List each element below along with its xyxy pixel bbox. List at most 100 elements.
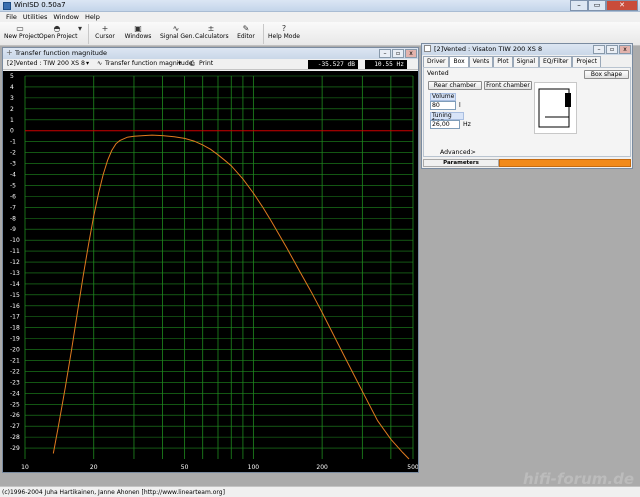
y-tick-label: 5 xyxy=(10,73,14,80)
maximize-icon[interactable]: ▫ xyxy=(392,49,404,58)
new-project-button[interactable]: ▭ New Project xyxy=(4,23,40,45)
parameters-label: Parameters xyxy=(423,159,499,167)
y-tick-label: -8 xyxy=(10,215,16,222)
y-tick-label: -6 xyxy=(10,193,16,200)
maximize-icon[interactable]: ▫ xyxy=(606,45,618,54)
y-tick-label: -10 xyxy=(10,237,20,244)
copyright-text: (c)1996-2004 Juha Hartikainen, Janne Aho… xyxy=(2,489,225,496)
tuning-freq-input[interactable]: 26,00 xyxy=(430,120,460,129)
db-readout: -35.527 dB xyxy=(308,60,358,69)
minimize-button[interactable]: – xyxy=(570,0,588,11)
pin-icon: + xyxy=(6,48,13,57)
y-tick-label: -20 xyxy=(10,347,20,354)
volume-unit: l xyxy=(459,102,461,109)
box-window: [2]Vented : Visaton TIW 200 XS 8 – ▫ x D… xyxy=(421,43,633,169)
y-tick-label: -2 xyxy=(10,150,16,157)
hz-readout: 10.55 Hz xyxy=(365,60,407,69)
window-controls: – ▭ ✕ xyxy=(570,0,638,11)
box-shape-button[interactable]: Box shape xyxy=(584,70,629,79)
box-window-titlebar[interactable]: [2]Vented : Visaton TIW 200 XS 8 – ▫ x xyxy=(422,44,632,55)
help-mode-button[interactable]: ? Help Mode xyxy=(268,23,300,45)
app-icon xyxy=(3,2,11,10)
open-project-dropdown[interactable]: ▾ xyxy=(75,23,85,45)
box-preview xyxy=(534,82,577,134)
cursor-button[interactable]: + Cursor xyxy=(92,23,118,45)
minimize-icon[interactable]: – xyxy=(593,45,605,54)
windows-button[interactable]: ▣ Windows xyxy=(124,23,152,45)
graph-toolbar: [2]Vented : TIW 200 XS 8 ▾ ∿ Transfer fu… xyxy=(3,59,418,70)
close-icon[interactable]: x xyxy=(405,49,417,58)
box-window-controls: – ▫ x xyxy=(593,45,631,54)
menu-help[interactable]: Help xyxy=(85,12,100,22)
y-tick-label: -24 xyxy=(10,390,20,397)
tab-project[interactable]: Project xyxy=(572,56,601,67)
plot-area[interactable]: 5 4 3 2 1 0 -1 -2 -3 -4 -5 -6 -7 -8 -9 -10 -11 -12 -13 -14-… xyxy=(3,71,419,472)
advanced-button[interactable]: Advanced> xyxy=(440,149,476,156)
editor-icon: ✎ xyxy=(242,24,250,33)
y-tick-label: -25 xyxy=(10,401,20,408)
open-project-icon: ◓ xyxy=(53,24,61,33)
app-title: WinISD 0.50a7 xyxy=(14,1,66,9)
y-tick-label: -16 xyxy=(10,303,20,310)
graph-window-title: Transfer function magnitude xyxy=(15,49,107,57)
project-select[interactable]: [2]Vented : TIW 200 XS 8 xyxy=(7,60,85,67)
print-icon[interactable]: ⎙ xyxy=(190,60,195,68)
print-button[interactable]: Print xyxy=(199,60,213,67)
x-tick-label: 50 xyxy=(181,464,189,471)
y-tick-label: -21 xyxy=(10,358,20,365)
x-tick-label: 500 xyxy=(407,464,418,471)
tuning-freq-label: Tuning freq. xyxy=(430,112,464,125)
open-project-button[interactable]: ◓ Open Project xyxy=(39,23,77,45)
close-button[interactable]: ✕ xyxy=(606,0,638,11)
cursor-icon: + xyxy=(101,24,109,33)
menu-file[interactable]: File xyxy=(6,12,17,22)
y-tick-label: 0 xyxy=(10,128,14,135)
tab-box[interactable]: Box xyxy=(449,56,469,67)
menu-utilities[interactable]: Utilities xyxy=(23,12,47,22)
y-tick-label: 2 xyxy=(10,106,14,113)
chevron-down-icon[interactable]: ▾ xyxy=(86,60,89,67)
tab-vents[interactable]: Vents xyxy=(468,56,494,67)
graph-window: + Transfer function magnitude – ▫ x [2]V… xyxy=(2,47,419,473)
editor-button[interactable]: ✎ Editor xyxy=(234,23,258,45)
chevron-down-icon[interactable]: ▾ xyxy=(178,60,181,67)
y-tick-label: -11 xyxy=(10,248,20,255)
y-tick-label: -14 xyxy=(10,281,20,288)
maximize-button[interactable]: ▭ xyxy=(588,0,606,11)
tab-eq-filter[interactable]: EQ/Filter xyxy=(539,56,573,67)
rear-chamber-button[interactable]: Rear chamber xyxy=(428,81,482,90)
calculators-icon: ± xyxy=(207,24,215,33)
y-tick-label: -1 xyxy=(10,139,16,146)
tab-driver[interactable]: Driver xyxy=(423,56,450,67)
status-bar: (c)1996-2004 Juha Hartikainen, Janne Aho… xyxy=(0,486,640,497)
minimize-icon[interactable]: – xyxy=(379,49,391,58)
x-tick-label: 20 xyxy=(90,464,98,471)
graph-type-icon: ∿ xyxy=(97,60,103,67)
title-bar: WinISD 0.50a7 – ▭ ✕ xyxy=(0,0,640,12)
box-tabs: Driver Box Vents Plot Signal EQ/Filter P… xyxy=(423,56,601,67)
tab-signal[interactable]: Signal xyxy=(512,56,539,67)
windows-icon: ▣ xyxy=(134,24,142,33)
volume-input[interactable]: 80 xyxy=(430,101,456,110)
graph-window-titlebar[interactable]: + Transfer function magnitude – ▫ x xyxy=(3,48,418,59)
close-icon[interactable]: x xyxy=(619,45,631,54)
chevron-down-icon: ▾ xyxy=(77,24,82,33)
window-icon xyxy=(424,45,431,52)
y-tick-label: -3 xyxy=(10,161,16,168)
tuning-freq-unit: Hz xyxy=(463,121,471,128)
signal-gen-icon: ∿ xyxy=(172,24,180,33)
y-tick-label: -12 xyxy=(10,259,20,266)
y-tick-label: -18 xyxy=(10,325,20,332)
y-tick-label: -15 xyxy=(10,292,20,299)
y-tick-label: -26 xyxy=(10,412,20,419)
menu-bar: File Utilities Window Help xyxy=(0,12,640,22)
toolbar-separator xyxy=(88,24,89,44)
tab-plot[interactable]: Plot xyxy=(493,56,513,67)
calculators-button[interactable]: ± Calculators xyxy=(195,23,229,45)
help-icon: ? xyxy=(281,24,287,33)
box-tab-panel: Vented Box shape Rear chamber Front cham… xyxy=(423,67,631,157)
front-chamber-button[interactable]: Front chamber xyxy=(484,81,532,90)
y-tick-label: -29 xyxy=(10,445,20,452)
menu-window[interactable]: Window xyxy=(53,12,79,22)
signal-gen-button[interactable]: ∿ Signal Gen. xyxy=(160,23,194,45)
